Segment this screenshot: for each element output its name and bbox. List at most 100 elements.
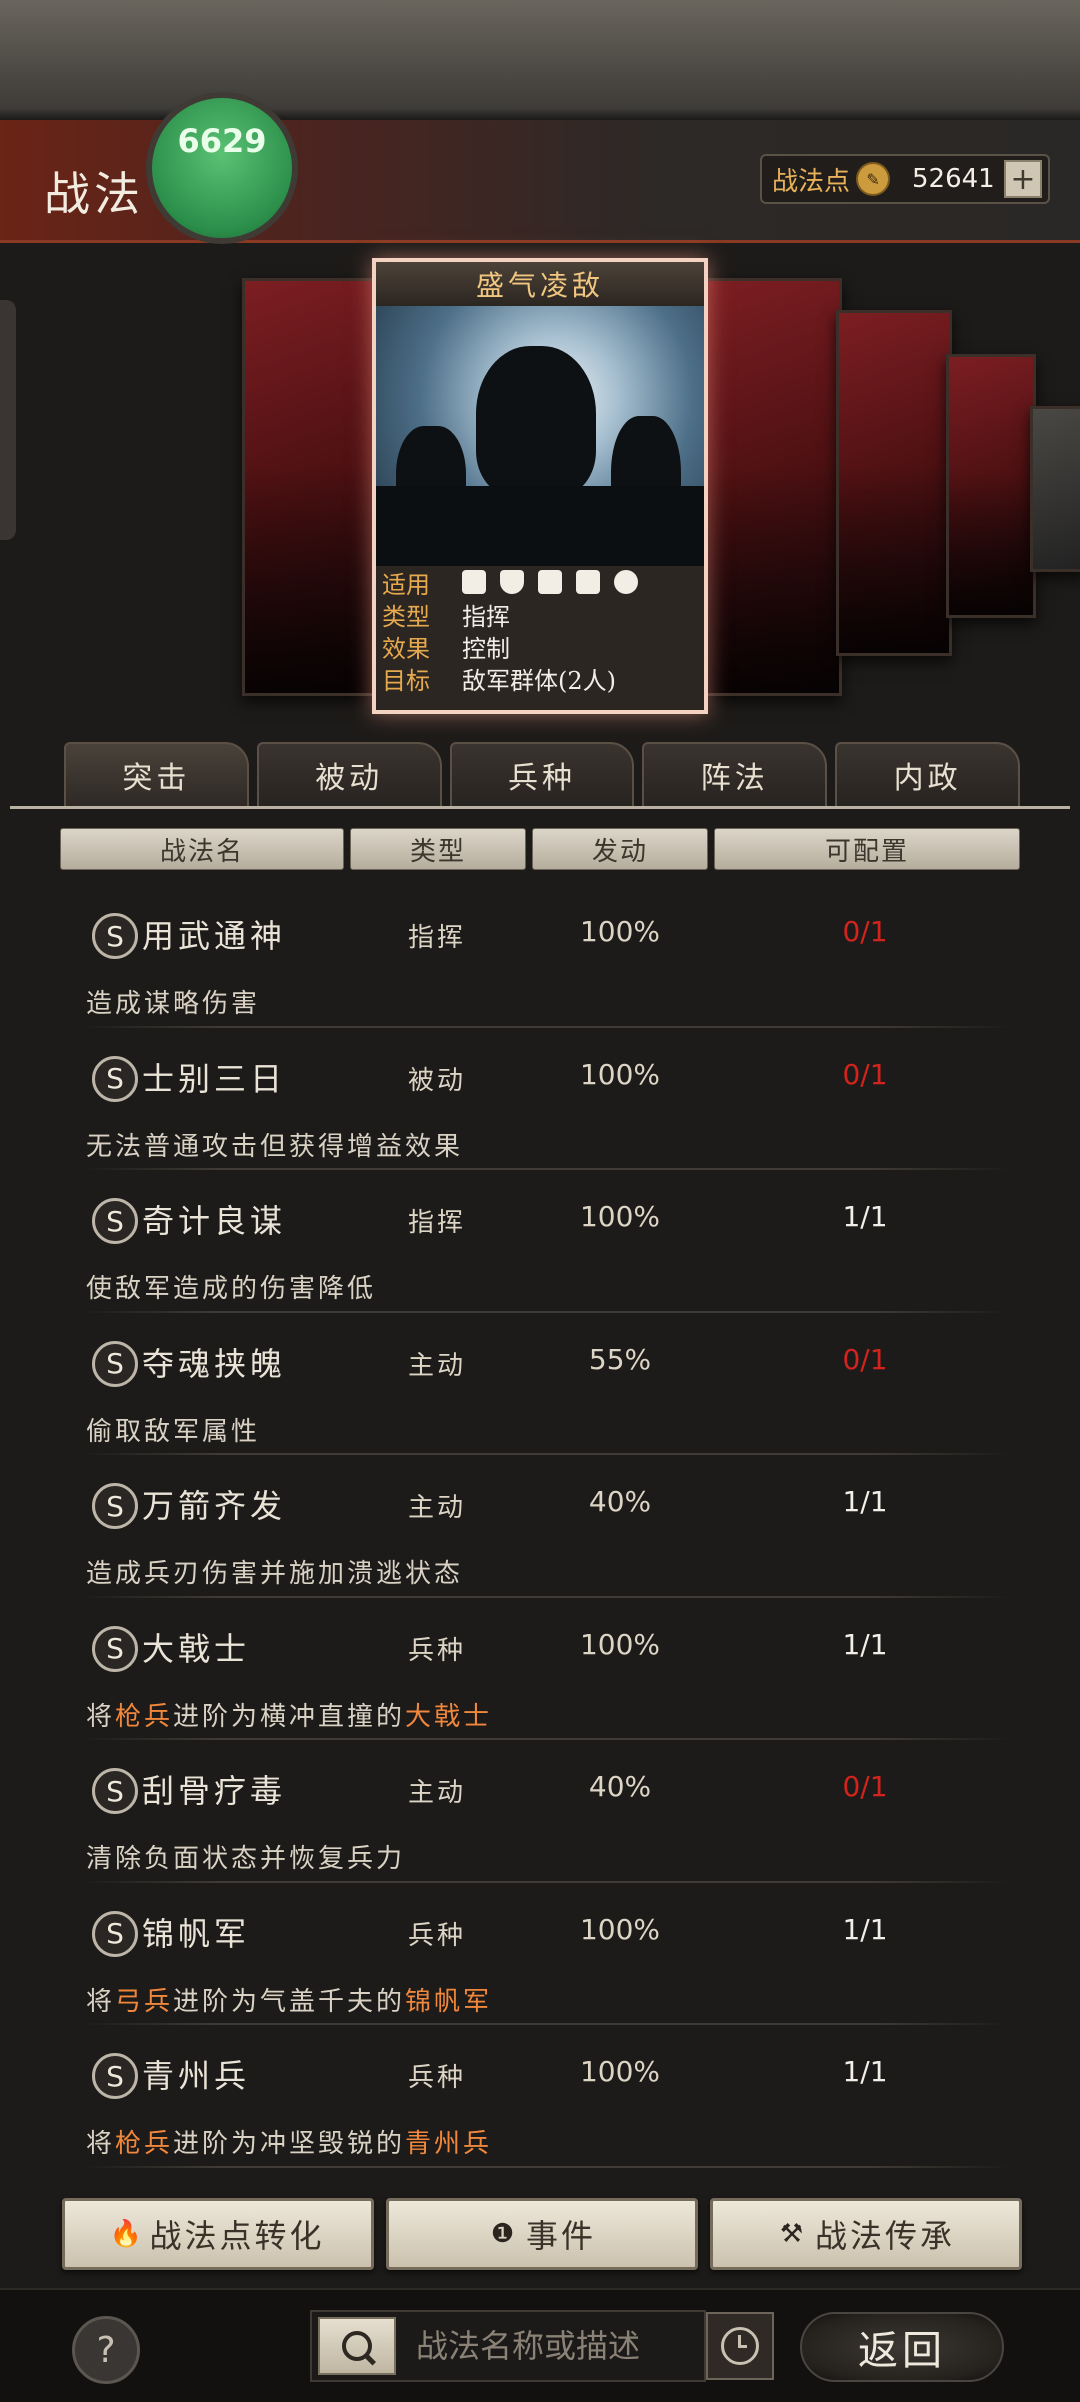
green-badge-button[interactable]: 6629 xyxy=(146,92,298,244)
col-name[interactable]: 战法名 xyxy=(60,828,344,870)
add-points-button[interactable]: + xyxy=(1004,160,1042,198)
bow-icon xyxy=(538,570,562,594)
tactic-name: 用武通神 xyxy=(142,917,287,955)
tactic-name: 万箭齐发 xyxy=(142,1487,287,1525)
tactic-configurable: 1/1 xyxy=(842,1200,888,1233)
tactic-type: 指挥 xyxy=(408,1208,467,1238)
featured-tactic-card[interactable]: 盛气凌敌 适用 类型 指挥 效果 控制 目标 敌军群体(2人) xyxy=(372,258,708,714)
scroll-icon: ❶ xyxy=(490,2219,518,2249)
list-item[interactable]: S 青州兵 兵种 100% 1/1 将枪兵进阶为冲坚毁锐的青州兵 xyxy=(0,2025,1080,2168)
card-back-right-1[interactable] xyxy=(700,278,842,696)
tactic-description: 无法普通攻击但获得增益效果 xyxy=(86,1131,464,1162)
tactic-name: 奇计良谋 xyxy=(142,1202,287,1240)
coin-icon: ✎ xyxy=(856,162,891,196)
help-button[interactable]: ? xyxy=(72,2316,140,2384)
tactic-rate: 55% xyxy=(588,1342,652,1376)
attr-target: 目标 敌军群体(2人) xyxy=(382,666,616,695)
tactic-configurable: 1/1 xyxy=(842,1627,888,1661)
tactic-type: 主动 xyxy=(408,1493,467,1523)
list-item[interactable]: S 大戟士 兵种 100% 1/1 将枪兵进阶为横冲直撞的大戟士 xyxy=(0,1598,1080,1741)
tactic-points-panel: 战法点 ✎ 52641 + xyxy=(760,154,1050,204)
tab-troop[interactable]: 兵种 xyxy=(449,742,635,808)
tactic-type: 被动 xyxy=(408,1065,467,1096)
col-rate[interactable]: 发动 xyxy=(532,828,708,870)
tactic-description: 造成兵刃伤害并施加溃逃状态 xyxy=(86,1559,464,1589)
points-value: 52641 xyxy=(912,164,995,194)
tactic-rate: 100% xyxy=(579,915,661,948)
troop-type-icons xyxy=(462,570,638,594)
table-header: 战法名 类型 发动 可配置 xyxy=(60,828,1020,870)
tactic-list[interactable]: S 用武通神 指挥 100% 0/1 造成谋略伤害 S 士别三日 被动 100%… xyxy=(0,885,1080,2168)
card-artwork xyxy=(376,306,704,566)
card-back-right-2[interactable] xyxy=(836,310,952,656)
tactic-description: 将枪兵进阶为横冲直撞的大戟士 xyxy=(86,1701,493,1732)
list-item[interactable]: S 奇计良谋 指挥 100% 1/1 使敌军造成的伤害降低 xyxy=(0,1170,1080,1313)
card-back-right-4[interactable] xyxy=(1030,406,1080,572)
back-button[interactable]: 返回 xyxy=(800,2312,1004,2382)
col-type[interactable]: 类型 xyxy=(350,828,526,870)
grade-s-badge: S xyxy=(92,1768,138,1814)
tactic-configurable: 1/1 xyxy=(842,1912,888,1946)
list-item[interactable]: S 用武通神 指挥 100% 0/1 造成谋略伤害 xyxy=(0,885,1080,1028)
category-tabs: 突击 被动 兵种 阵法 内政 xyxy=(64,742,1020,808)
grade-s-badge: S xyxy=(92,1055,138,1102)
tactic-description: 将枪兵进阶为冲坚毁锐的青州兵 xyxy=(86,2129,493,2159)
tactic-rate: 100% xyxy=(579,1627,661,1661)
page-title: 战法 xyxy=(44,167,144,221)
tactic-type: 主动 xyxy=(408,1778,467,1808)
tactic-configurable: 0/1 xyxy=(842,1770,888,1803)
card-back-right-3[interactable] xyxy=(946,354,1036,618)
tactic-rate: 40% xyxy=(588,1485,652,1518)
tactic-card-carousel[interactable]: 盛气凌敌 适用 类型 指挥 效果 控制 目标 敌军群体(2人) xyxy=(0,250,1080,720)
tactic-configurable: 1/1 xyxy=(842,1485,888,1518)
search-icon xyxy=(342,2331,372,2361)
inherit-tactic-button[interactable]: ⚒ 战法传承 xyxy=(710,2198,1022,2270)
tab-assault[interactable]: 突击 xyxy=(64,742,249,808)
tactic-rate: 100% xyxy=(579,1912,661,1946)
tactic-description: 造成谋略伤害 xyxy=(86,989,261,1019)
grade-s-badge: S xyxy=(92,1910,138,1957)
tactic-type: 兵种 xyxy=(408,2063,467,2093)
list-item[interactable]: S 士别三日 被动 100% 0/1 无法普通攻击但获得增益效果 xyxy=(0,1028,1080,1171)
tactic-configurable: 0/1 xyxy=(842,1057,888,1091)
tab-divider xyxy=(10,806,1070,809)
tactic-type: 兵种 xyxy=(408,1920,467,1951)
col-configurable[interactable]: 可配置 xyxy=(714,828,1020,870)
list-item[interactable]: S 万箭齐发 主动 40% 1/1 造成兵刃伤害并施加溃逃状态 xyxy=(0,1455,1080,1598)
tactic-name: 刮骨疗毒 xyxy=(142,1772,287,1810)
attr-applicable: 适用 xyxy=(376,566,704,599)
wheel-icon xyxy=(614,570,638,594)
tactic-name: 士别三日 xyxy=(142,1059,287,1098)
tab-passive[interactable]: 被动 xyxy=(256,742,442,808)
top-background xyxy=(0,0,1080,120)
events-button[interactable]: ❶ 事件 xyxy=(386,2198,698,2270)
action-bar: 🔥 战法点转化 ❶ 事件 ⚒ 战法传承 xyxy=(0,2190,1080,2280)
footer-bar: ? 返回 xyxy=(0,2288,1080,2402)
tactic-name: 锦帆军 xyxy=(142,1914,251,1953)
tactic-configurable: 0/1 xyxy=(842,915,888,948)
tactic-name: 青州兵 xyxy=(142,2057,251,2095)
search-input[interactable] xyxy=(414,2326,698,2366)
list-item[interactable]: S 锦帆军 兵种 100% 1/1 将弓兵进阶为气盖千夫的锦帆军 xyxy=(0,1883,1080,2026)
tactic-name: 大戟士 xyxy=(142,1629,251,1668)
tab-internal-affairs[interactable]: 内政 xyxy=(835,742,1020,808)
card-back-left[interactable] xyxy=(242,278,388,696)
shield-icon xyxy=(500,570,524,594)
tactic-type: 指挥 xyxy=(408,923,467,953)
search-button[interactable] xyxy=(318,2317,396,2375)
list-item[interactable]: S 夺魂挟魄 主动 55% 0/1 偷取敌军属性 xyxy=(0,1313,1080,1456)
clock-icon xyxy=(721,2327,759,2365)
badge-text: 6629 xyxy=(177,122,267,160)
featured-card-title: 盛气凌敌 xyxy=(376,262,704,306)
history-button[interactable] xyxy=(706,2312,774,2380)
cavalry-icon xyxy=(462,570,486,594)
tactic-configurable: 1/1 xyxy=(842,2055,888,2088)
tab-formation[interactable]: 阵法 xyxy=(642,742,828,808)
convert-points-button[interactable]: 🔥 战法点转化 xyxy=(62,2198,374,2270)
grade-s-badge: S xyxy=(92,1198,138,1244)
tactic-rate: 100% xyxy=(579,2055,661,2088)
list-item[interactable]: S 刮骨疗毒 主动 40% 0/1 清除负面状态并恢复兵力 xyxy=(0,1740,1080,1883)
tactic-type: 兵种 xyxy=(408,1635,467,1666)
tactic-rate: 100% xyxy=(579,1200,661,1233)
grade-s-badge: S xyxy=(92,913,138,959)
